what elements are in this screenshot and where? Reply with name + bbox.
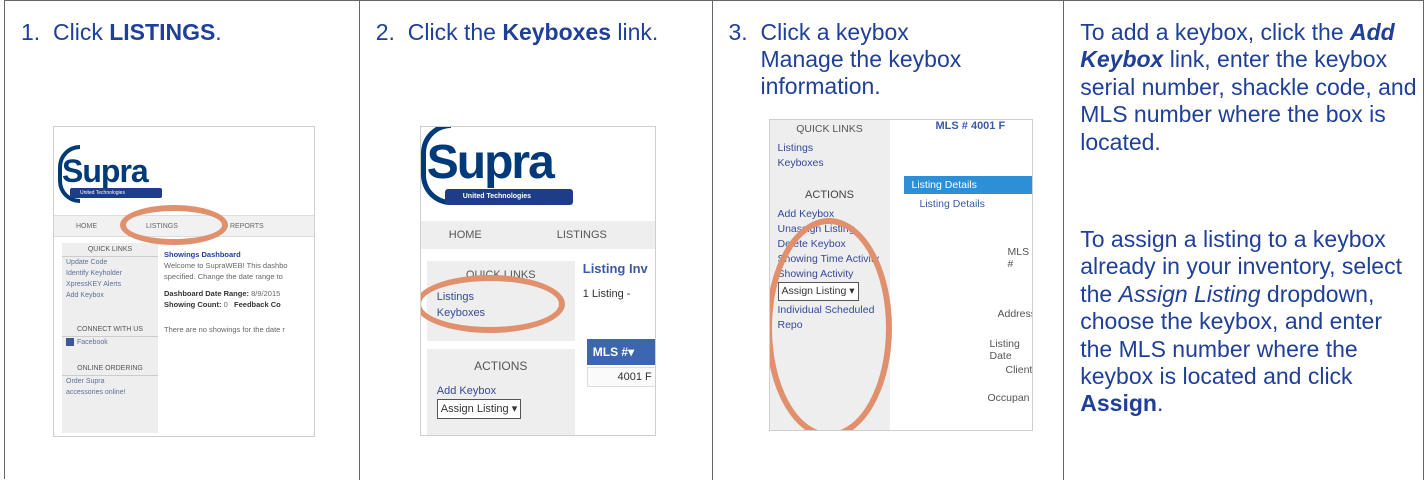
facebook-icon: [66, 338, 74, 347]
online-ordering-title: ONLINE ORDERING: [62, 362, 158, 376]
step-2-text: 2. Click the Keyboxes link.: [375, 19, 659, 45]
assign-listing-select[interactable]: Assign Listing ▾: [436, 399, 522, 419]
table-row[interactable]: 4001 F: [586, 367, 655, 387]
top-nav: HOME LISTINGS: [420, 221, 655, 249]
link-keyboxes[interactable]: Keyboxes: [770, 156, 890, 171]
quick-links-title: QUICK LINKS: [62, 243, 158, 257]
link-identify-keyholder[interactable]: Identify Keyholder: [62, 268, 158, 279]
highlight-oval: [420, 275, 565, 333]
listings-emphasis: LISTINGS: [109, 19, 216, 45]
assign-emphasis: Assign: [1080, 390, 1157, 417]
nav-listings[interactable]: LISTINGS: [557, 229, 607, 241]
mls-title: MLS # 4001 F: [935, 120, 1006, 132]
supra-logo: Supra: [426, 136, 555, 189]
nav-home[interactable]: HOME: [76, 223, 97, 230]
quick-links-title: QUICK LINKS: [796, 123, 863, 135]
highlight-oval: [769, 218, 892, 430]
actions-title: ACTIONS: [805, 189, 854, 201]
nav-reports[interactable]: REPORTS: [230, 223, 264, 230]
listing-count: 1 Listing -: [582, 288, 631, 300]
highlight-oval: [120, 205, 228, 245]
listing-details-tab[interactable]: Listing Details: [903, 176, 1032, 194]
listing-details-link[interactable]: Listing Details: [920, 198, 985, 210]
step-number: 3.: [728, 19, 748, 45]
chevron-down-icon: ▾: [511, 403, 518, 415]
instruction-table: 1. Click LISTINGS. Supra United Technolo…: [4, 0, 1424, 480]
logo-tagline: United Technologies: [444, 189, 573, 205]
nav-home[interactable]: HOME: [449, 229, 482, 241]
keybox-main: MLS # 4001 F: [896, 120, 1032, 132]
dashboard-title: Showings Dashboard: [164, 250, 241, 259]
notes-column: To add a keybox, click the Add Keybox li…: [1064, 1, 1424, 480]
logo-tagline: United Technologies: [70, 188, 162, 198]
step-1-text: 1. Click LISTINGS.: [21, 19, 222, 45]
actions-title: ACTIONS: [474, 359, 528, 373]
keybox-detail-screenshot: QUICK LINKS Listings Keyboxes ACTIONS Ad…: [768, 119, 1033, 431]
inventory-main: Listing Inv 1 Listing -: [582, 261, 655, 300]
actions-box: ACTIONS Add Keybox Assign Listing ▾: [426, 349, 575, 435]
supraweb-dashboard-screenshot: Supra United Technologies HOME LISTINGS …: [53, 126, 315, 437]
dashboard-main: Showings Dashboard Welcome to SupraWEB! …: [164, 249, 314, 335]
step-2-column: 2. Click the Keyboxes link. Supra United…: [360, 1, 713, 480]
listings-page-screenshot: Supra United Technologies HOME LISTINGS …: [419, 126, 656, 436]
step-1-column: 1. Click LISTINGS. Supra United Technolo…: [5, 1, 360, 480]
assign-listing-emphasis: Assign Listing: [1118, 280, 1261, 307]
mls-column-header[interactable]: MLS #▾: [586, 339, 655, 365]
step-3-text: 3. Click a keybox Manage the keybox info…: [728, 19, 962, 99]
step-number: 1.: [21, 19, 41, 45]
inventory-title: Listing Inv: [582, 261, 648, 276]
keyboxes-emphasis: Keyboxes: [502, 19, 612, 45]
connect-title: CONNECT WITH US: [62, 323, 158, 337]
link-listings[interactable]: Listings: [770, 141, 890, 156]
link-update-code[interactable]: Update Code: [62, 257, 158, 268]
sidebar: QUICK LINKS Update Code Identify Keyhold…: [62, 243, 158, 433]
add-keybox-instructions: To add a keybox, click the Add Keybox li…: [1080, 19, 1417, 155]
sort-icon: ▾: [628, 345, 635, 359]
link-add-keybox[interactable]: Add Keybox: [427, 383, 575, 399]
link-add-keybox[interactable]: Add Keybox: [62, 290, 158, 301]
link-xpresskey-alerts[interactable]: XpressKEY Alerts: [62, 279, 158, 290]
assign-listing-instructions: To assign a listing to a keybox already …: [1080, 226, 1402, 417]
supra-logo: Supra: [62, 153, 149, 189]
step-3-column: 3. Click a keybox Manage the keybox info…: [713, 1, 1065, 480]
step-number: 2.: [375, 19, 395, 45]
link-facebook[interactable]: Facebook: [62, 337, 158, 348]
